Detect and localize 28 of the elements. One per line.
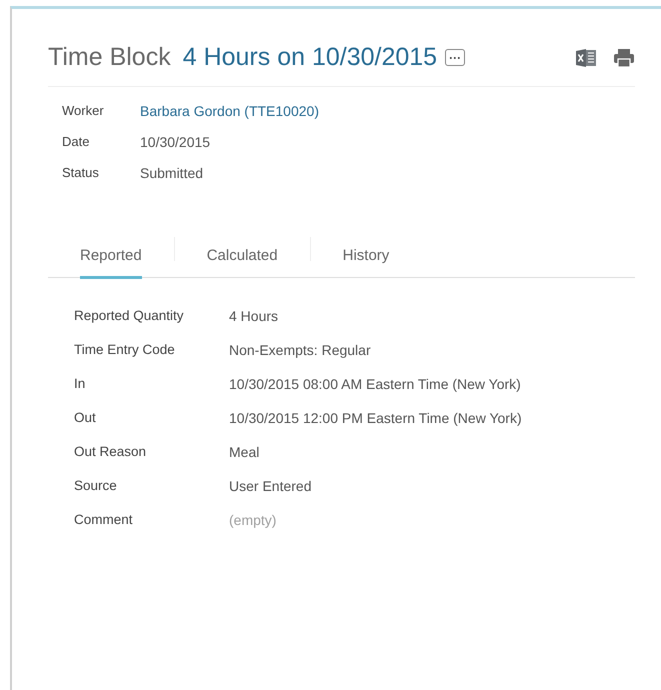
field-label: Comment: [74, 512, 134, 528]
excel-icon[interactable]: [575, 48, 597, 68]
more-button[interactable]: ···: [445, 49, 466, 66]
field-value: User Entered: [229, 478, 312, 494]
page-title: Time Block: [48, 43, 171, 72]
field-label: In: [74, 376, 86, 392]
field-value: 10/30/2015: [140, 134, 210, 150]
tab[interactable]: Reported: [80, 247, 142, 279]
field-label: Out Reason: [74, 444, 148, 460]
field-value: 10/30/2015 12:00 PM Eastern Time (New York): [229, 410, 522, 426]
field-label: Worker: [62, 103, 105, 119]
field-value: Submitted: [140, 165, 204, 181]
worker-link[interactable]: Barbara Gordon (TTE10020): [140, 103, 319, 119]
page-subtitle: 4 Hours on 10/30/2015: [182, 43, 438, 72]
field-label: Out: [74, 410, 97, 426]
field-value: 10/30/2015 08:00 AM Eastern Time (New York): [229, 376, 521, 392]
field-label: Time Entry Code: [74, 342, 176, 358]
field-label: Reported Quantity: [74, 308, 185, 324]
print-icon[interactable]: [613, 48, 635, 68]
tab[interactable]: History: [342, 247, 390, 279]
field-value: (empty): [229, 512, 276, 528]
field-label: Source: [74, 478, 118, 494]
field-value: 4 Hours: [229, 308, 278, 324]
tab[interactable]: Calculated: [206, 247, 278, 279]
field-label: Status: [62, 165, 100, 181]
field-value: Non-Exempts: Regular: [229, 342, 371, 358]
field-label: Date: [62, 134, 90, 150]
field-value: Meal: [229, 444, 260, 460]
